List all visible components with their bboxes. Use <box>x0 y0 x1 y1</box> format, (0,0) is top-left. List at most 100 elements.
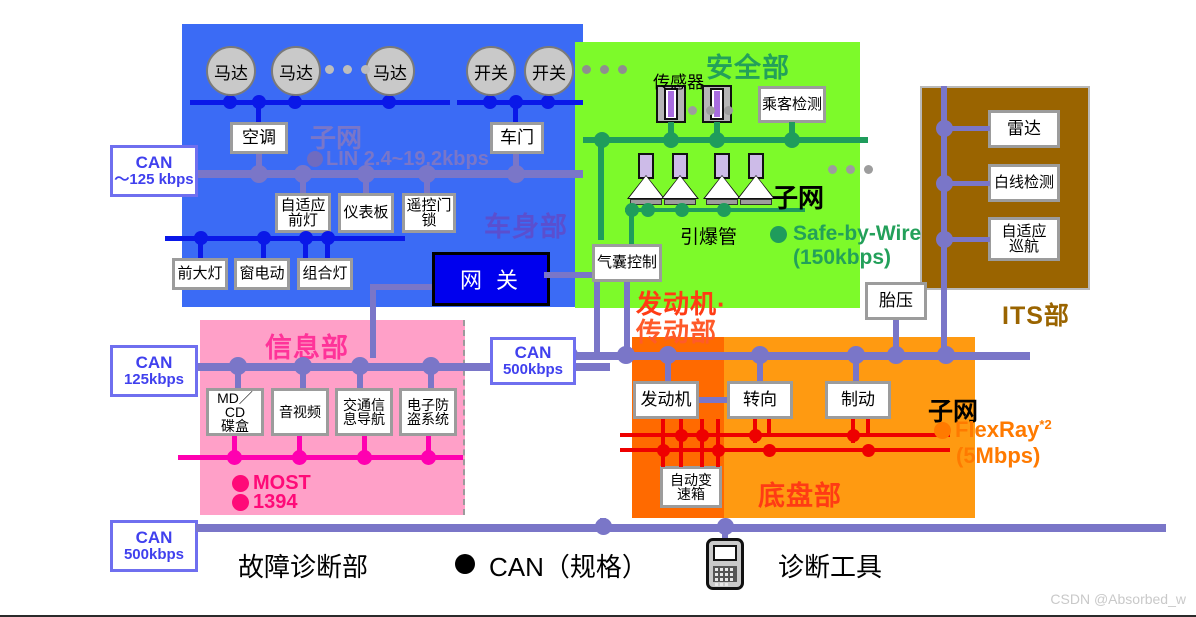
can-legend-line2: ～125 kbps <box>114 171 194 189</box>
ecu-aircon[interactable]: 空调 <box>230 122 288 154</box>
ecu-occupant-detection[interactable]: 乘客检测 <box>758 86 826 123</box>
ecu-label: 电子防 盗系统 <box>407 396 449 427</box>
motor-node-1[interactable]: 马达 <box>206 46 256 96</box>
bus-node <box>299 231 313 245</box>
bus-node <box>847 429 860 442</box>
safety-bus-main <box>583 137 868 143</box>
can-legend-center[interactable]: CAN 500kbps <box>490 337 576 385</box>
diagram-canvas: 马达 马达 马达 开关 开关 空调 车门 子网 LIN 2.4~19.2kbps… <box>0 0 1196 617</box>
bus-node <box>675 203 689 217</box>
bus-node <box>936 175 953 192</box>
ecu-label: 音视频 <box>279 403 321 420</box>
ecu-engine[interactable]: 发动机 <box>633 381 699 419</box>
squib-icon-3-cone <box>705 176 739 198</box>
ellipsis-sensors <box>688 106 733 115</box>
bus-node <box>663 132 679 148</box>
motor-label: 马达 <box>214 63 248 83</box>
bus-node <box>617 346 635 364</box>
ecu-audio-video[interactable]: 音视频 <box>271 388 329 436</box>
bus-node <box>763 444 776 457</box>
ecu-automatic-transmission[interactable]: 自动变 速箱 <box>660 466 722 508</box>
protocol-dot-icon <box>232 494 249 511</box>
protocol-flexray: FlexRay *2 (5Mbps) <box>934 417 1052 469</box>
bus-node <box>321 231 335 245</box>
ecu-label: 自适应 前灯 <box>280 196 326 229</box>
ecu-combination-lamp[interactable]: 组合灯 <box>297 258 353 290</box>
ecu-keyless-lock[interactable]: 遥控门 锁 <box>402 193 456 233</box>
ecu-steering[interactable]: 转向 <box>727 381 793 419</box>
motor-node-3[interactable]: 马达 <box>365 46 415 96</box>
bus-node <box>659 346 677 364</box>
bus-node <box>862 444 875 457</box>
can-legend-info[interactable]: CAN 125kbps <box>110 345 198 397</box>
bus-node <box>357 165 375 183</box>
ecu-lane-detection[interactable]: 白线检测 <box>988 164 1060 202</box>
ecu-md-cd-changer[interactable]: MD／CD 碟盒 <box>206 388 264 436</box>
can-legend-line1: CAN <box>135 153 173 173</box>
can-legend-diagnosis[interactable]: CAN 500kbps <box>110 520 198 572</box>
switch-node-1[interactable]: 开关 <box>466 46 516 96</box>
ecu-door[interactable]: 车门 <box>490 122 544 154</box>
can-legend-body[interactable]: CAN ～125 kbps <box>110 145 198 197</box>
ecu-adaptive-headlamp[interactable]: 自适应 前灯 <box>275 193 331 233</box>
flexray-stub-4 <box>716 419 720 467</box>
ecu-airbag-control[interactable]: 气囊控制 <box>592 244 662 282</box>
ecu-label: 制动 <box>841 390 875 410</box>
squib-label: 引爆管 <box>680 227 738 248</box>
ecu-label: 窗电动 <box>239 265 285 283</box>
bus-node <box>351 357 369 375</box>
switch-node-2[interactable]: 开关 <box>524 46 574 96</box>
subnet-label-safety: 子网 <box>772 183 825 213</box>
can-legend-line1: CAN <box>135 528 173 548</box>
ecu-label: 组合灯 <box>302 265 348 283</box>
ecu-label: 气囊控制 <box>596 254 657 272</box>
switch-label: 开关 <box>474 63 508 83</box>
domain-title-engine-line2: 传动部 <box>636 317 718 347</box>
bus-node <box>257 231 271 245</box>
can-legend-line2: 500kbps <box>123 546 185 564</box>
ecu-label: 发动机 <box>640 390 692 410</box>
flexray-bus-a <box>620 433 950 437</box>
ecu-power-window[interactable]: 窗电动 <box>234 258 290 290</box>
protocol-safe-by-wire-label: Safe-by-Wire <box>793 222 922 245</box>
bus-node <box>717 203 731 217</box>
bus-node <box>657 444 670 457</box>
footer-tool-label: 诊断工具 <box>778 552 883 582</box>
ecu-headlamp[interactable]: 前大灯 <box>172 258 228 290</box>
ecu-adaptive-cruise[interactable]: 自适应 巡航 <box>988 217 1060 261</box>
bus-node <box>421 450 436 465</box>
protocol-dot-icon <box>934 422 951 439</box>
bus-node <box>227 450 242 465</box>
ellipsis-squibs <box>828 165 873 174</box>
ecu-label: 雷达 <box>1007 119 1041 139</box>
engine-steering-link <box>699 397 727 403</box>
ecu-tire-pressure[interactable]: 胎压 <box>865 282 927 320</box>
bus-node <box>292 450 307 465</box>
domain-title-chassis: 底盘部 <box>758 481 842 511</box>
gateway-node[interactable]: 网 关 <box>432 252 550 306</box>
ecu-label: 遥控门 锁 <box>406 196 452 229</box>
gateway-link-left <box>370 284 432 290</box>
ecu-instrument-panel[interactable]: 仪表板 <box>338 193 394 233</box>
protocol-dot-icon <box>307 151 323 167</box>
ecu-label: 自动变 速箱 <box>670 471 712 502</box>
bus-node <box>751 346 769 364</box>
footer-can-legend: CAN（规格） <box>455 547 648 584</box>
ecu-label: 空调 <box>242 128 276 148</box>
diagnostic-tool-screen <box>713 545 737 561</box>
bus-node <box>847 346 865 364</box>
bus-node <box>595 518 612 535</box>
bus-node <box>625 203 639 217</box>
ecu-radar[interactable]: 雷达 <box>988 110 1060 148</box>
ecu-label: 车门 <box>500 128 534 148</box>
ecu-immobilizer[interactable]: 电子防 盗系统 <box>399 388 457 436</box>
ecu-brake[interactable]: 制动 <box>825 381 891 419</box>
bus-node <box>936 120 953 137</box>
bus-node <box>294 357 312 375</box>
ecu-traffic-navigation[interactable]: 交通信 息导航 <box>335 388 393 436</box>
bus-node <box>229 357 247 375</box>
bus-node <box>223 95 237 109</box>
motor-node-2[interactable]: 马达 <box>271 46 321 96</box>
flexray-stub-6 <box>767 419 771 436</box>
can-legend-line1: CAN <box>135 353 173 373</box>
